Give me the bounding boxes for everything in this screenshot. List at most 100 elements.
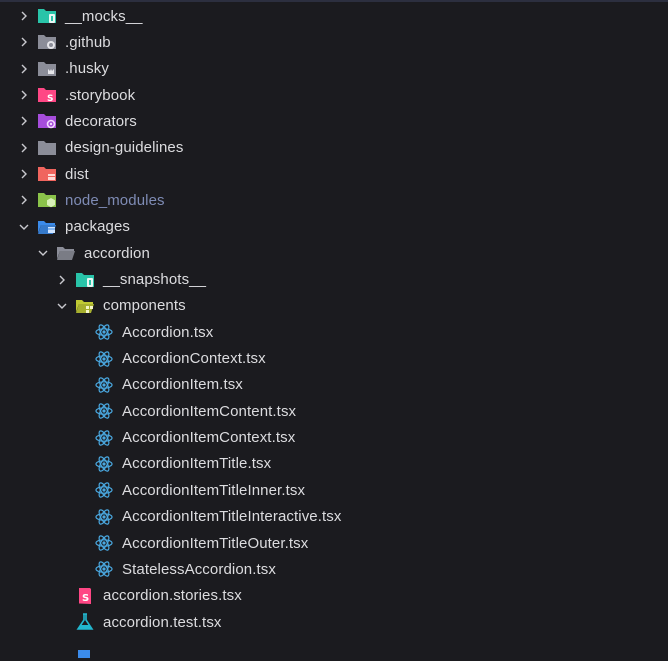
folder-item[interactable]: design-guidelines bbox=[0, 135, 668, 161]
file-item[interactable]: AccordionItemTitleInteractive.tsx bbox=[0, 504, 668, 530]
react-icon bbox=[94, 349, 114, 369]
folder-item[interactable]: accordion bbox=[0, 240, 668, 266]
folder-item[interactable]: .github bbox=[0, 29, 668, 55]
folder-mocks-icon bbox=[37, 6, 57, 26]
folder-open-icon bbox=[56, 243, 76, 263]
file-item[interactable]: accordion.test.tsx bbox=[0, 609, 668, 635]
react-icon bbox=[94, 454, 114, 474]
item-label: design-guidelines bbox=[65, 139, 184, 157]
react-icon bbox=[94, 480, 114, 500]
folder-item[interactable]: components bbox=[0, 293, 668, 319]
chevron-right-icon[interactable] bbox=[16, 140, 32, 156]
chevron-down-icon[interactable] bbox=[54, 298, 70, 314]
chevron-right-icon[interactable] bbox=[16, 8, 32, 24]
file-item[interactable]: AccordionItemTitleOuter.tsx bbox=[0, 530, 668, 556]
chevron-right-icon[interactable] bbox=[16, 61, 32, 77]
chevron-right-icon[interactable] bbox=[16, 166, 32, 182]
folder-snapshots-icon bbox=[75, 270, 95, 290]
react-icon bbox=[94, 322, 114, 342]
chevron-right-icon[interactable] bbox=[16, 113, 32, 129]
chevron-down-icon[interactable] bbox=[35, 245, 51, 261]
folder-storybook-icon: S bbox=[37, 85, 57, 105]
file-item[interactable]: AccordionItemContent.tsx bbox=[0, 398, 668, 424]
folder-item[interactable]: __snapshots__ bbox=[0, 267, 668, 293]
chevron-right-icon[interactable] bbox=[16, 192, 32, 208]
file-item[interactable]: AccordionItemContext.tsx bbox=[0, 425, 668, 451]
svg-text:S: S bbox=[82, 593, 89, 604]
item-label: Accordion.tsx bbox=[122, 323, 214, 341]
folder-icon bbox=[37, 138, 57, 158]
item-label: accordion.test.tsx bbox=[103, 613, 222, 631]
file-partial-icon bbox=[75, 638, 95, 659]
item-label: node_modules bbox=[65, 191, 165, 209]
file-item[interactable]: AccordionItemTitle.tsx bbox=[0, 451, 668, 477]
react-icon bbox=[94, 428, 114, 448]
react-icon bbox=[94, 375, 114, 395]
file-item[interactable]: Saccordion.stories.tsx bbox=[0, 583, 668, 609]
folder-item[interactable]: S .storybook bbox=[0, 82, 668, 108]
react-icon bbox=[94, 559, 114, 579]
folder-item[interactable]: packages bbox=[0, 214, 668, 240]
file-item[interactable]: StatelessAccordion.tsx bbox=[0, 556, 668, 582]
file-item[interactable] bbox=[0, 635, 668, 661]
folder-item[interactable]: node_modules bbox=[0, 187, 668, 213]
folder-github-icon bbox=[37, 32, 57, 52]
chevron-right-icon[interactable] bbox=[16, 87, 32, 103]
item-label: .github bbox=[65, 33, 111, 51]
folder-node-icon bbox=[37, 190, 57, 210]
item-label: __mocks__ bbox=[65, 7, 143, 25]
folder-item[interactable]: dist bbox=[0, 161, 668, 187]
item-label: AccordionItem.tsx bbox=[122, 376, 243, 394]
chevron-right-icon[interactable] bbox=[16, 34, 32, 50]
chevron-down-icon[interactable] bbox=[16, 219, 32, 235]
storybook-file-icon: S bbox=[75, 586, 95, 606]
folder-dist-icon bbox=[37, 164, 57, 184]
item-label: AccordionItemTitleOuter.tsx bbox=[122, 534, 309, 552]
file-item[interactable]: Accordion.tsx bbox=[0, 319, 668, 345]
item-label: accordion bbox=[84, 244, 150, 262]
item-label: decorators bbox=[65, 112, 137, 130]
chevron-right-icon[interactable] bbox=[54, 272, 70, 288]
folder-item[interactable]: __mocks__ bbox=[0, 3, 668, 29]
folder-item[interactable]: decorators bbox=[0, 108, 668, 134]
item-label: .storybook bbox=[65, 86, 136, 104]
test-flask-icon bbox=[75, 612, 95, 632]
react-icon bbox=[94, 401, 114, 421]
react-icon bbox=[94, 533, 114, 553]
svg-text:S: S bbox=[47, 94, 54, 104]
item-label: accordion.stories.tsx bbox=[103, 587, 242, 605]
item-label: AccordionContext.tsx bbox=[122, 350, 266, 368]
folder-decorators-icon bbox=[37, 111, 57, 131]
item-label: dist bbox=[65, 165, 89, 183]
item-label: AccordionItemTitleInner.tsx bbox=[122, 481, 306, 499]
folder-husky-icon bbox=[37, 59, 57, 79]
item-label: AccordionItemTitleInteractive.tsx bbox=[122, 508, 342, 526]
item-label: AccordionItemContent.tsx bbox=[122, 402, 297, 420]
folder-item[interactable]: .husky bbox=[0, 56, 668, 82]
item-label: packages bbox=[65, 218, 131, 236]
folder-packages-open-icon bbox=[37, 217, 57, 237]
file-item[interactable]: AccordionContext.tsx bbox=[0, 346, 668, 372]
file-item[interactable]: AccordionItem.tsx bbox=[0, 372, 668, 398]
folder-components-open-icon bbox=[75, 296, 95, 316]
file-explorer-tree: __mocks__ .github .husky S .storybook decorat… bbox=[0, 0, 668, 659]
item-label: StatelessAccordion.tsx bbox=[122, 560, 276, 578]
file-item[interactable]: AccordionItemTitleInner.tsx bbox=[0, 477, 668, 503]
item-label: AccordionItemTitle.tsx bbox=[122, 455, 272, 473]
item-label: .husky bbox=[65, 60, 109, 78]
react-icon bbox=[94, 507, 114, 527]
item-label: __snapshots__ bbox=[103, 271, 207, 288]
item-label: AccordionItemContext.tsx bbox=[122, 429, 296, 447]
